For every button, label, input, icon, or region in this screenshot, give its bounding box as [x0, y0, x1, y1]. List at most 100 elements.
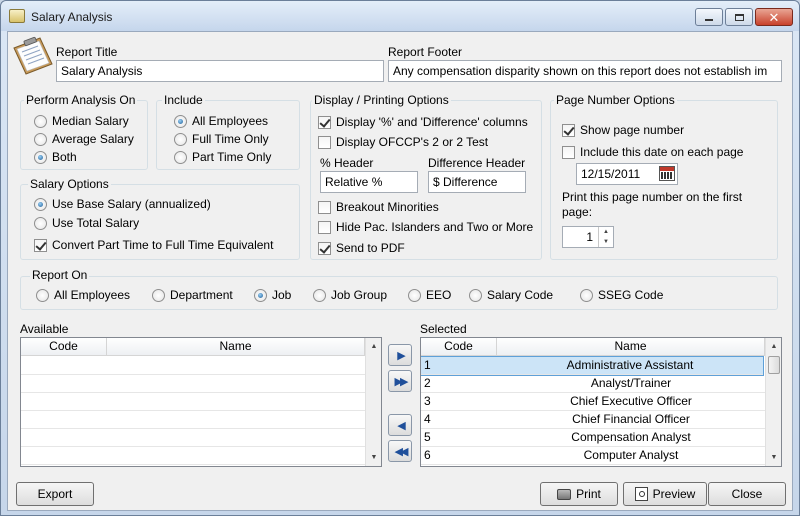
radio-indicator: [469, 288, 482, 302]
minimize-button[interactable]: [695, 8, 723, 26]
radio-part-time-only[interactable]: Part Time Only: [174, 150, 271, 164]
row-code: 6: [424, 448, 431, 462]
row-code: 3: [424, 394, 431, 408]
radio-indicator: [174, 114, 187, 128]
table-row[interactable]: 6 Computer Analyst: [421, 447, 765, 465]
row-name: Chief Financial Officer: [572, 412, 690, 426]
checkbox-label: Include this date on each page: [580, 145, 744, 159]
radio-report-eeo[interactable]: EEO: [408, 288, 451, 302]
table-row[interactable]: 2 Analyst/Trainer: [421, 375, 765, 393]
calendar-icon[interactable]: [659, 166, 675, 181]
checkbox-display-ofccp[interactable]: Display OFCCP's 2 or 2 Test: [318, 135, 488, 149]
maximize-button[interactable]: [725, 8, 753, 26]
column-header-code[interactable]: Code: [21, 338, 107, 355]
column-header-name[interactable]: Name: [497, 338, 765, 355]
radio-indicator: [313, 288, 326, 302]
page-number-spinner[interactable]: ▲ ▼: [598, 227, 613, 247]
row-code: 1: [424, 358, 431, 372]
scroll-thumb[interactable]: [768, 356, 780, 374]
checkbox-label: Show page number: [580, 123, 685, 137]
selected-list[interactable]: Code Name 1 Administrative Assistant 2 A…: [420, 337, 782, 467]
checkbox-hide-pac-islanders[interactable]: Hide Pac. Islanders and Two or More: [318, 220, 533, 234]
scroll-down-icon[interactable]: ▼: [366, 449, 381, 466]
print-first-page-label: Print this page number on the first page…: [562, 190, 743, 219]
table-row[interactable]: 1 Administrative Assistant: [421, 356, 764, 376]
table-row[interactable]: 5 Compensation Analyst: [421, 429, 765, 447]
export-button[interactable]: Export: [16, 482, 94, 506]
radio-report-salary-code[interactable]: Salary Code: [469, 288, 553, 302]
radio-label: Job Group: [331, 288, 388, 302]
checkbox-include-date[interactable]: Include this date on each page: [562, 145, 743, 159]
add-all-button[interactable]: ▶▶: [388, 370, 412, 392]
pct-header-label: % Header: [320, 156, 374, 170]
printer-icon: [557, 488, 572, 500]
radio-report-job[interactable]: Job: [254, 288, 291, 302]
scroll-up-icon[interactable]: ▲: [766, 338, 781, 355]
radio-average-salary[interactable]: Average Salary: [34, 132, 134, 146]
checkbox-label: Hide Pac. Islanders and Two or More: [336, 220, 534, 234]
column-header-code[interactable]: Code: [421, 338, 497, 355]
close-button[interactable]: Close: [708, 482, 786, 506]
scroll-up-icon[interactable]: ▲: [366, 338, 381, 355]
checkbox-convert-part-time[interactable]: Convert Part Time to Full Time Equivalen…: [34, 238, 273, 252]
checkbox-indicator: [34, 238, 47, 252]
list-item: [21, 411, 365, 429]
radio-both[interactable]: Both: [34, 150, 77, 164]
list-item: [21, 357, 365, 375]
available-scrollbar[interactable]: ▲ ▼: [365, 338, 381, 466]
spinner-down-icon[interactable]: ▼: [599, 237, 613, 246]
print-button[interactable]: Print: [540, 482, 618, 506]
radio-label: Full Time Only: [192, 132, 269, 146]
report-footer-input[interactable]: Any compensation disparity shown on this…: [388, 60, 782, 82]
add-selected-button[interactable]: ▶: [388, 344, 412, 366]
table-row[interactable]: 4 Chief Financial Officer: [421, 411, 765, 429]
report-on-group: [20, 276, 778, 310]
remove-all-button[interactable]: ◀◀: [388, 440, 412, 462]
row-name: Administrative Assistant: [566, 358, 694, 372]
row-name: Chief Executive Officer: [570, 394, 692, 408]
radio-all-employees[interactable]: All Employees: [174, 114, 268, 128]
radio-report-department[interactable]: Department: [152, 288, 233, 302]
selected-scrollbar[interactable]: ▲ ▼: [765, 338, 781, 466]
title-bar[interactable]: Salary Analysis ✕: [1, 1, 799, 31]
page-number-label: Page Number Options: [554, 93, 677, 107]
radio-label: Part Time Only: [192, 150, 272, 164]
preview-button[interactable]: Preview: [623, 482, 707, 506]
radio-report-job-group[interactable]: Job Group: [313, 288, 387, 302]
report-on-label: Report On: [30, 268, 90, 282]
radio-label: Median Salary: [52, 114, 129, 128]
radio-use-total-salary[interactable]: Use Total Salary: [34, 216, 139, 230]
list-item: [21, 393, 365, 411]
checkbox-label: Convert Part Time to Full Time Equivalen…: [52, 238, 274, 252]
row-code: 5: [424, 430, 431, 444]
radio-indicator: [34, 197, 47, 211]
perform-analysis-label: Perform Analysis On: [24, 93, 138, 107]
checkbox-breakout-minorities[interactable]: Breakout Minorities: [318, 200, 439, 214]
print-button-label: Print: [576, 487, 601, 501]
maximize-icon: [734, 13, 744, 21]
radio-median-salary[interactable]: Median Salary: [34, 114, 129, 128]
checkbox-send-to-pdf[interactable]: Send to PDF: [318, 241, 405, 255]
available-list[interactable]: Code Name ▲ ▼: [20, 337, 382, 467]
radio-use-base-salary[interactable]: Use Base Salary (annualized): [34, 197, 211, 211]
radio-report-sseg-code[interactable]: SSEG Code: [580, 288, 663, 302]
difference-header-input[interactable]: $ Difference: [428, 171, 526, 193]
pct-header-input[interactable]: Relative %: [320, 171, 418, 193]
close-window-button[interactable]: ✕: [755, 8, 793, 26]
remove-selected-button[interactable]: ◀: [388, 414, 412, 436]
radio-report-all-employees[interactable]: All Employees: [36, 288, 130, 302]
report-title-input[interactable]: Salary Analysis: [56, 60, 384, 82]
radio-label: SSEG Code: [598, 288, 664, 302]
radio-full-time-only[interactable]: Full Time Only: [174, 132, 269, 146]
report-footer-label: Report Footer: [388, 45, 463, 59]
radio-label: Job: [272, 288, 292, 302]
table-row[interactable]: 3 Chief Executive Officer: [421, 393, 765, 411]
preview-magnifier-icon: [634, 487, 648, 501]
checkbox-display-pct-difference[interactable]: Display '%' and 'Difference' columns: [318, 115, 528, 129]
scroll-down-icon[interactable]: ▼: [766, 449, 781, 466]
selected-list-header: Code Name: [421, 338, 765, 356]
spinner-up-icon[interactable]: ▲: [599, 227, 613, 237]
row-code: 4: [424, 412, 431, 426]
checkbox-show-page-number[interactable]: Show page number: [562, 123, 684, 137]
column-header-name[interactable]: Name: [107, 338, 365, 355]
